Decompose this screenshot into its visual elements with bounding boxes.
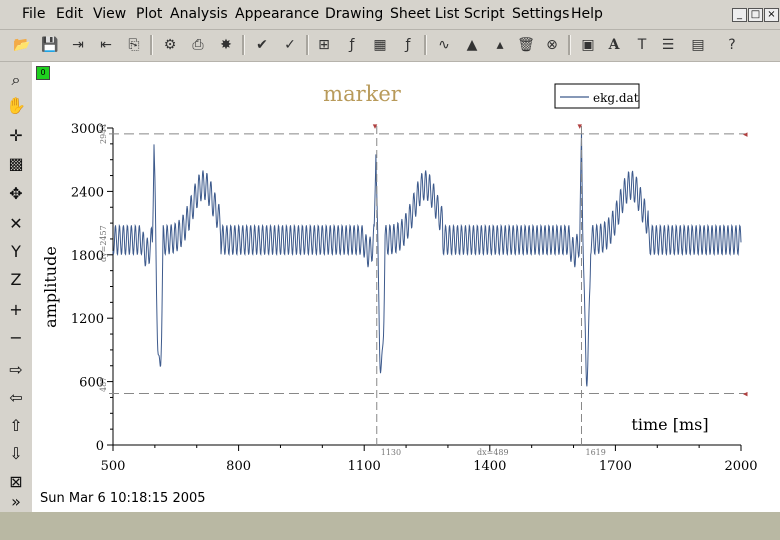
- matrix-icon[interactable]: ▦: [368, 33, 392, 57]
- ekg-curve: [112, 132, 742, 387]
- layer-button[interactable]: 0: [36, 66, 50, 80]
- main-toolbar: 📂 💾 ⇥ ⇤ ⎘ ⚙ ⎙ ✸ ✔ ✓ ⊞ ƒ ▦ ƒ ∿ ▲ ▴ 🗑 ⊗ ▣ A T ☰ ▤?: [0, 30, 780, 62]
- image-icon[interactable]: ▣: [576, 33, 600, 57]
- x-axis-label: time [ms]: [631, 415, 708, 434]
- x-tick-label: 2000: [724, 459, 757, 474]
- y-axis-label: amplitude: [41, 246, 60, 328]
- zoom-icon[interactable]: ⌕: [4, 68, 28, 92]
- timestamp-label: Sun Mar 6 10:18:15 2005: [40, 491, 206, 506]
- notes-icon[interactable]: ☰: [656, 33, 680, 57]
- marker-handle: ◂: [743, 390, 748, 400]
- plot-canvas[interactable]: 500 800 1100 1400 1700 2000060012001800240030…: [32, 62, 780, 512]
- close-icon[interactable]: ×: [764, 8, 779, 22]
- graph-window[interactable]: 500 800 1100 1400 1700 2000 0 600 1200 1800 2400 30…: [32, 62, 780, 512]
- move-points-icon[interactable]: ✥: [4, 182, 28, 206]
- x-tick-label: 1700: [599, 459, 632, 474]
- print-preview-icon[interactable]: ⚙: [158, 33, 182, 57]
- export-icon[interactable]: ⇥: [66, 33, 90, 57]
- x-tick-label: 1100: [348, 459, 381, 474]
- left-arrow-icon[interactable]: ⇦: [4, 386, 28, 410]
- stop-icon[interactable]: ⊗: [540, 33, 564, 57]
- text-icon[interactable]: T: [630, 33, 654, 57]
- menu-sheet-list[interactable]: Sheet List: [390, 6, 459, 22]
- legend-label: ekg.dat: [593, 91, 639, 105]
- marker-ytop-label: 2944: [99, 124, 108, 144]
- graph-icon[interactable]: ∿: [432, 33, 456, 57]
- plot-wizard-icon[interactable]: ✔: [250, 33, 274, 57]
- toolbar-separator: [306, 35, 309, 55]
- menu-edit[interactable]: Edit: [56, 6, 83, 22]
- open-icon[interactable]: 📂: [10, 33, 34, 57]
- analysis-icon[interactable]: ▤: [686, 33, 710, 57]
- remove-points-icon[interactable]: ✕: [4, 212, 28, 236]
- y-axis-icon[interactable]: Y: [4, 240, 28, 264]
- marker-handle: ▾: [577, 122, 582, 132]
- up-arrow-icon[interactable]: ⇧: [4, 414, 28, 438]
- minimize-icon[interactable]: _: [732, 8, 747, 22]
- chart-title: marker: [323, 82, 402, 106]
- menu-settings[interactable]: Settings: [512, 6, 569, 22]
- toolbar-separator: [150, 35, 153, 55]
- table-icon[interactable]: ⊞: [312, 33, 336, 57]
- marker-dx-label: dx=489: [477, 448, 509, 457]
- pan-icon[interactable]: ✋: [4, 94, 28, 118]
- x-tick-label: 1400: [473, 459, 506, 474]
- menu-analysis[interactable]: Analysis: [170, 6, 228, 22]
- menu-file[interactable]: File: [22, 6, 45, 22]
- screen-reader-icon[interactable]: ▩: [4, 152, 28, 176]
- add-marker-icon[interactable]: +: [4, 298, 28, 322]
- menu-help[interactable]: Help: [571, 6, 603, 22]
- z-axis-icon[interactable]: Z: [4, 268, 28, 292]
- menu-view[interactable]: View: [93, 6, 126, 22]
- marker-ybottom-label: 487: [99, 377, 108, 392]
- x-tick-label: 500: [101, 459, 126, 474]
- pyramid-icon[interactable]: ▴: [488, 33, 512, 57]
- print-icon[interactable]: ⎙: [186, 33, 210, 57]
- marker-handle: ◂: [743, 130, 748, 140]
- toolbar-separator: [424, 35, 427, 55]
- menu-appearance[interactable]: Appearance: [235, 6, 319, 22]
- menu-drawing[interactable]: Drawing: [325, 6, 383, 22]
- restore-icon[interactable]: □: [748, 8, 763, 22]
- function-icon[interactable]: ƒ: [340, 33, 364, 57]
- menu-bar: File Edit View Plot Analysis Appearance Drawin…: [0, 0, 780, 30]
- toolbar-separator: [568, 35, 571, 55]
- plot-tools-toolbar: ⌕ ✋ ✛ ▩ ✥ ✕ Y Z + − ⇨ ⇦ ⇧ ⇩ ⊠»: [0, 62, 33, 512]
- marker-x1-label: 1130: [381, 448, 401, 457]
- help-icon[interactable]: ?: [720, 33, 744, 57]
- menu-script[interactable]: Script: [464, 6, 505, 22]
- status-bar: [0, 512, 780, 540]
- erase-icon[interactable]: 🗑: [514, 33, 538, 57]
- vector-icon[interactable]: ▲: [460, 33, 484, 57]
- x-tick-label: 800: [226, 459, 251, 474]
- copy-icon[interactable]: ⎘: [122, 33, 146, 57]
- y-tick-label: 2400: [71, 185, 104, 200]
- text-bold-icon[interactable]: A: [602, 33, 626, 57]
- down-arrow-icon[interactable]: ⇩: [4, 442, 28, 466]
- y-tick-label: 1200: [71, 312, 104, 327]
- right-arrow-icon[interactable]: ⇨: [4, 358, 28, 382]
- import-icon[interactable]: ⇤: [94, 33, 118, 57]
- minus-icon[interactable]: −: [4, 326, 28, 350]
- save-icon[interactable]: 💾: [38, 33, 62, 57]
- menu-plot[interactable]: Plot: [136, 6, 162, 22]
- clear-icon[interactable]: ✸: [214, 33, 238, 57]
- y-tick-label: 0: [96, 439, 104, 454]
- marker-handle: ▾: [373, 122, 378, 132]
- add-curve-icon[interactable]: ✓: [278, 33, 302, 57]
- more-icon[interactable]: »: [4, 490, 28, 514]
- crosshair-icon[interactable]: ✛: [4, 124, 28, 148]
- fit-icon[interactable]: ƒ: [396, 33, 420, 57]
- toolbar-separator: [242, 35, 245, 55]
- marker-dy-label: dy=2457: [99, 225, 108, 262]
- marker-x2-label: 1619: [585, 448, 605, 457]
